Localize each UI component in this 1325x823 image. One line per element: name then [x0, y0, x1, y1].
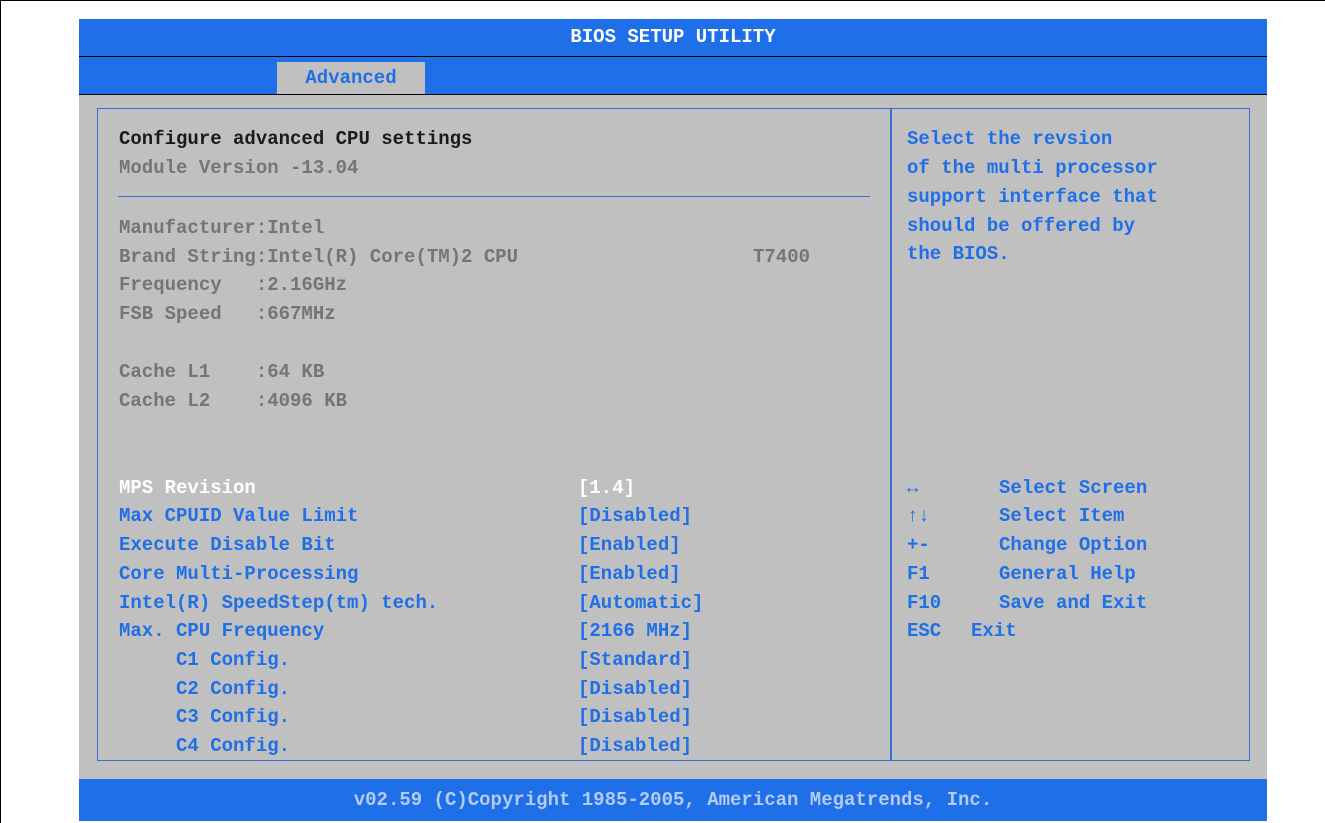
setting-value-max-cpuid[interactable]: [Disabled]: [578, 503, 692, 529]
info-value: :Intel(R) Core(TM)2 CPU: [255, 246, 519, 268]
setting-value-execute-disable[interactable]: [Enabled]: [578, 532, 681, 558]
copyright-footer: v02.59 (C)Copyright 1985-2005, American …: [79, 779, 1267, 821]
key-desc: Save and Exit: [999, 592, 1148, 614]
setting-value-mps-revision[interactable]: [1.4]: [578, 475, 635, 501]
setting-label-core-multi-processing[interactable]: Core Multi-Processing: [119, 561, 358, 587]
info-label: Brand String: [119, 246, 256, 268]
setting-label-mps-revision[interactable]: MPS Revision: [119, 475, 256, 501]
up-down-arrow-icon: ↑↓: [907, 505, 930, 527]
info-label: Manufacturer: [119, 217, 256, 239]
info-extra: T7400: [753, 246, 811, 268]
setting-label-speedstep[interactable]: Intel(R) SpeedStep(tm) tech.: [119, 590, 438, 616]
section-heading: Configure advanced CPU settings: [119, 128, 473, 150]
key-name: ESC: [907, 620, 942, 642]
info-value: :64 KB: [255, 361, 325, 383]
info-label: Cache L2: [119, 390, 256, 412]
key-name: F1: [907, 563, 930, 585]
key-desc: Change Option: [999, 534, 1148, 556]
left-right-arrow-icon: ↔: [907, 477, 919, 499]
setting-value-speedstep[interactable]: [Automatic]: [578, 590, 703, 616]
setting-value-c1-config[interactable]: [Standard]: [578, 647, 692, 673]
setting-value-c3-config[interactable]: [Disabled]: [578, 704, 692, 730]
setting-label-execute-disable[interactable]: Execute Disable Bit: [119, 532, 336, 558]
setting-value-core-multi-processing[interactable]: [Enabled]: [578, 561, 681, 587]
title-bar: BIOS SETUP UTILITY: [79, 19, 1267, 57]
info-row: Brand String:Intel(R) Core(TM)2 CPU: [119, 244, 518, 270]
window-top-border: [0, 0, 1325, 1]
info-value: :Intel: [255, 217, 325, 239]
key-name: +-: [907, 534, 930, 556]
help-line: should be offered by: [907, 215, 1136, 237]
info-row: Cache L1 :64 KB: [119, 359, 324, 385]
info-label: Cache L1: [119, 361, 256, 383]
setting-label-c3-config[interactable]: C3 Config.: [176, 704, 290, 730]
tab-bar: Advanced: [79, 57, 1267, 95]
info-label: Frequency: [119, 274, 256, 296]
info-value: :667MHz: [255, 303, 336, 325]
setting-value-c2-config[interactable]: [Disabled]: [578, 676, 692, 702]
help-line: the BIOS.: [907, 243, 1010, 265]
key-name: F10: [907, 592, 942, 614]
info-row: Cache L2 :4096 KB: [119, 388, 347, 414]
help-panel: Select the revsion of the multi processo…: [891, 108, 1250, 761]
setting-label-max-cpuid[interactable]: Max CPUID Value Limit: [119, 503, 358, 529]
help-line: of the multi processor: [907, 157, 1158, 179]
info-value: :2.16GHz: [255, 274, 348, 296]
setting-value-max-cpu-frequency[interactable]: [2166 MHz]: [578, 618, 692, 644]
key-desc: Select Screen: [999, 477, 1148, 499]
tab-advanced[interactable]: Advanced: [277, 62, 425, 94]
help-line: support interface that: [907, 186, 1158, 208]
setting-value-c4-config[interactable]: [Disabled]: [578, 733, 692, 759]
bios-screen: BIOS SETUP UTILITY Advanced Configure ad…: [79, 19, 1267, 821]
key-desc: Select Item: [999, 505, 1125, 527]
section-divider: [118, 196, 870, 197]
setting-label-c2-config[interactable]: C2 Config.: [176, 676, 290, 702]
info-label: FSB Speed: [119, 303, 256, 325]
key-desc: Exit: [971, 620, 1017, 642]
info-row: Frequency :2.16GHz: [119, 272, 347, 298]
main-panel: Configure advanced CPU settings Module V…: [97, 108, 891, 761]
help-line: Select the revsion: [907, 128, 1113, 150]
setting-label-c4-config[interactable]: C4 Config.: [176, 733, 290, 759]
module-version: Module Version -13.04: [119, 157, 359, 179]
setting-label-c1-config[interactable]: C1 Config.: [176, 647, 290, 673]
key-desc: General Help: [999, 563, 1136, 585]
info-value: :4096 KB: [255, 390, 348, 412]
info-row: Manufacturer:Intel: [119, 215, 324, 241]
info-row: FSB Speed :667MHz: [119, 301, 336, 327]
setting-label-max-cpu-frequency[interactable]: Max. CPU Frequency: [119, 618, 324, 644]
window-left-border: [0, 0, 1, 823]
